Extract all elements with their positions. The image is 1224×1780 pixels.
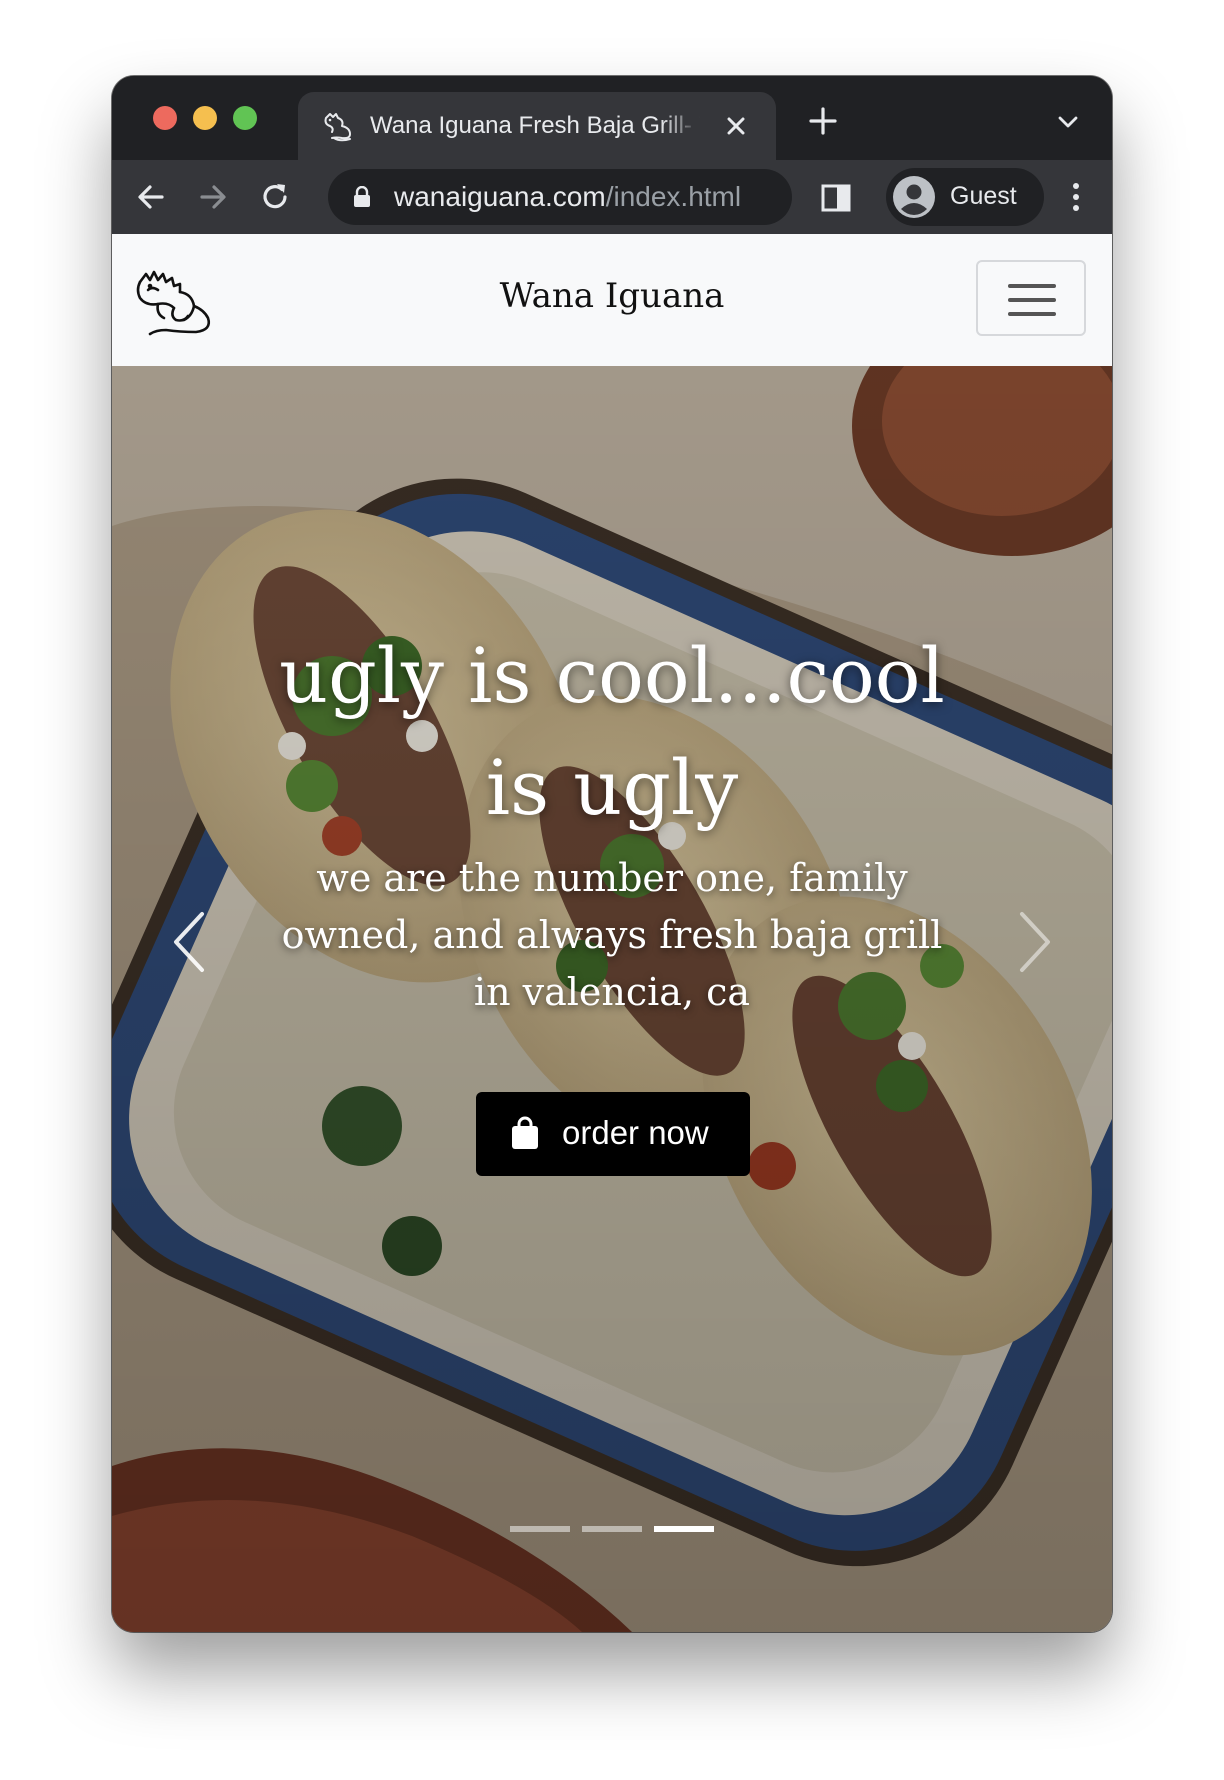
hamburger-bar-icon bbox=[1008, 284, 1056, 288]
address-bar[interactable]: wanaiguana.com/index.html bbox=[328, 169, 792, 225]
order-now-button[interactable]: order now bbox=[476, 1092, 750, 1176]
carousel-indicator[interactable] bbox=[510, 1526, 570, 1532]
hero-subheadline: we are the number one, family owned, and… bbox=[281, 856, 943, 1014]
chevron-right-icon[interactable] bbox=[1010, 906, 1058, 978]
carousel-indicator[interactable] bbox=[654, 1526, 714, 1532]
tab-strip: Wana Iguana Fresh Baja Grill- V bbox=[112, 76, 1112, 160]
browser-window: Wana Iguana Fresh Baja Grill- V wanaigua… bbox=[112, 76, 1112, 1632]
hamburger-bar-icon bbox=[1008, 312, 1056, 316]
carousel-indicator[interactable] bbox=[582, 1526, 642, 1532]
minimize-window-button[interactable] bbox=[193, 106, 217, 130]
site-navbar: Wana Iguana bbox=[112, 234, 1112, 367]
hero-headline: ugly is cool...cool is ugly bbox=[279, 631, 945, 832]
hamburger-bar-icon bbox=[1008, 298, 1056, 302]
forward-arrow-icon[interactable] bbox=[194, 178, 232, 216]
chevron-left-icon[interactable] bbox=[166, 906, 214, 978]
reload-icon[interactable] bbox=[256, 178, 294, 216]
order-now-label: order now bbox=[562, 1114, 709, 1151]
site-brand-title[interactable]: Wana Iguana bbox=[112, 276, 1112, 316]
more-menu-icon[interactable] bbox=[1068, 180, 1084, 214]
browser-tab[interactable]: Wana Iguana Fresh Baja Grill- V bbox=[298, 92, 776, 160]
new-tab-icon[interactable] bbox=[808, 106, 838, 136]
carousel-indicators bbox=[510, 1526, 714, 1532]
close-window-button[interactable] bbox=[153, 106, 177, 130]
url-text: wanaiguana.com/index.html bbox=[394, 181, 741, 213]
url-path: /index.html bbox=[605, 181, 742, 212]
hero-caption: ugly is cool...cool is ugly we are the n… bbox=[112, 366, 1112, 1632]
browser-toolbar: wanaiguana.com/index.html Guest bbox=[112, 160, 1112, 234]
maximize-window-button[interactable] bbox=[233, 106, 257, 130]
lock-icon bbox=[354, 186, 370, 207]
tab-title: Wana Iguana Fresh Baja Grill- V bbox=[370, 112, 700, 139]
back-arrow-icon[interactable] bbox=[132, 178, 170, 216]
profile-name: Guest bbox=[950, 182, 1017, 210]
hero-carousel: ugly is cool...cool is ugly we are the n… bbox=[112, 366, 1112, 1632]
url-host: wanaiguana.com bbox=[394, 181, 606, 212]
side-panel-icon[interactable] bbox=[820, 182, 852, 214]
avatar bbox=[893, 176, 935, 218]
chevron-down-icon[interactable] bbox=[1056, 110, 1080, 134]
shopping-bag-icon bbox=[512, 1116, 538, 1149]
web-page: Wana Iguana ugly is cool...cool is ugly … bbox=[112, 234, 1112, 1632]
close-tab-icon[interactable] bbox=[722, 112, 750, 140]
menu-toggle-button[interactable] bbox=[976, 260, 1086, 336]
profile-button[interactable]: Guest bbox=[886, 168, 1044, 226]
iguana-favicon-icon bbox=[324, 113, 351, 142]
